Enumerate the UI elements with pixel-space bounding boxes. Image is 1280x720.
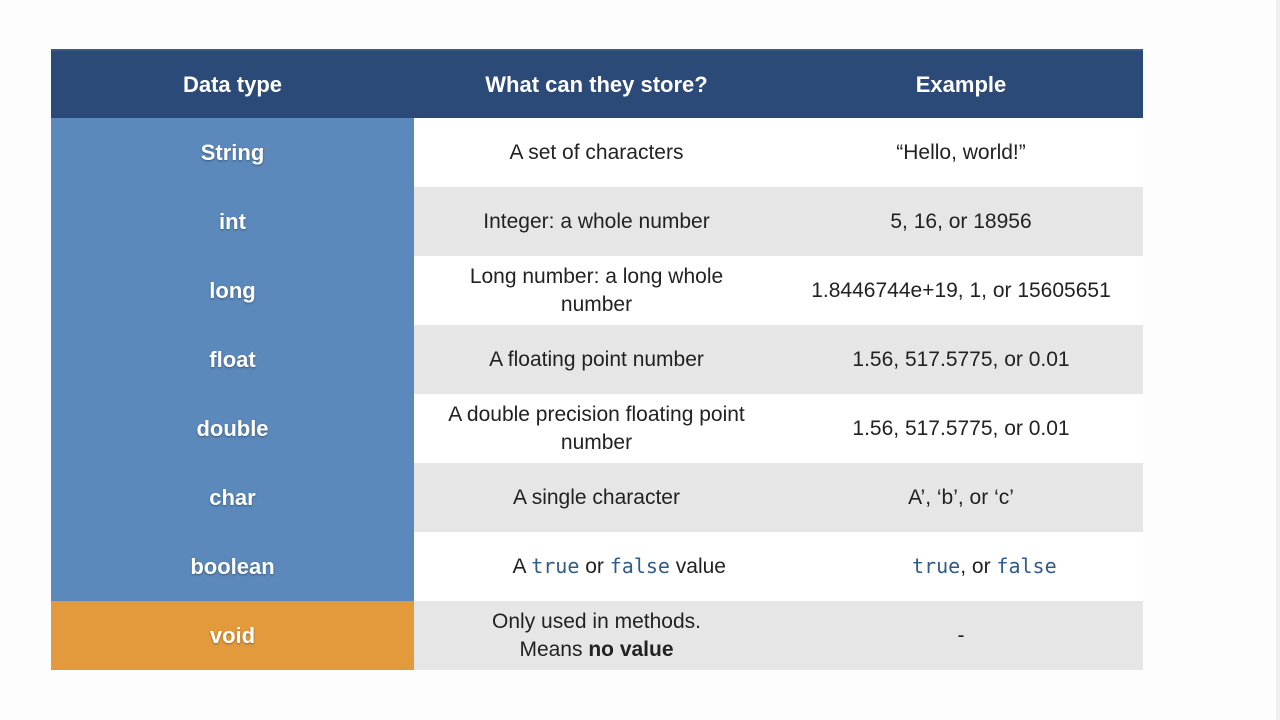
store-cell: Integer: a whole number	[414, 187, 779, 256]
store-line-2-prefix: Means	[519, 637, 589, 661]
code-false: false	[609, 554, 670, 578]
table-row-double: double A double precision floating point…	[51, 394, 1143, 463]
store-line-2: number	[560, 292, 633, 316]
code-false: false	[996, 554, 1057, 578]
store-cell: A double precision floating point number	[414, 394, 779, 463]
table-row-void: void Only used in methods. Means no valu…	[51, 601, 1143, 670]
data-types-table: Data type What can they store? Example S…	[51, 49, 1143, 670]
store-cell: A true or false value	[414, 532, 779, 601]
table-row-string: String A set of characters “Hello, world…	[51, 118, 1143, 187]
type-cell: float	[51, 325, 414, 394]
slide-edge	[1276, 0, 1280, 720]
example-cell: 1.56, 517.5775, or 0.01	[779, 394, 1143, 463]
example-cell: A’, ‘b’, or ‘c’	[779, 463, 1143, 532]
example-mid: , or	[960, 555, 997, 578]
example-cell: 5, 16, or 18956	[779, 187, 1143, 256]
store-cell: Only used in methods. Means no value	[414, 601, 779, 670]
example-cell: true, or false	[779, 532, 1143, 601]
store-mid: or	[579, 555, 610, 578]
example-cell: -	[779, 601, 1143, 670]
store-suffix: value	[669, 555, 726, 578]
header-example: Example	[915, 71, 1007, 97]
example-cell: “Hello, world!”	[779, 118, 1143, 187]
type-cell: boolean	[51, 532, 414, 601]
store-line-1: Only used in methods.	[492, 609, 701, 633]
table-row-int: int Integer: a whole number 5, 16, or 18…	[51, 187, 1143, 256]
type-cell: double	[51, 394, 414, 463]
type-cell: int	[51, 187, 414, 256]
store-cell: A single character	[414, 463, 779, 532]
example-cell: 1.8446744e+19, 1, or 15605651	[779, 256, 1143, 325]
store-line-1: Long number: a long whole	[469, 264, 724, 288]
header-data-type: Data type	[182, 71, 283, 97]
store-prefix: A	[512, 555, 532, 578]
header-what-can-they-store: What can they store?	[485, 71, 708, 97]
table-row-boolean: boolean A true or false value true, or f…	[51, 532, 1143, 601]
store-line-2-bold: no value	[588, 637, 674, 661]
type-cell: char	[51, 463, 414, 532]
type-cell: void	[51, 601, 414, 670]
type-cell: String	[51, 118, 414, 187]
table-row-float: float A floating point number 1.56, 517.…	[51, 325, 1143, 394]
store-cell: A set of characters	[414, 118, 779, 187]
store-cell: Long number: a long whole number	[414, 256, 779, 325]
table-header: Data type What can they store? Example	[51, 49, 1143, 118]
type-cell: long	[51, 256, 414, 325]
code-true: true	[912, 554, 961, 578]
store-line-1: A double precision floating point	[448, 402, 745, 426]
store-cell: A floating point number	[414, 325, 779, 394]
table-row-long: long Long number: a long whole number 1.…	[51, 256, 1143, 325]
example-cell: 1.56, 517.5775, or 0.01	[779, 325, 1143, 394]
code-true: true	[531, 554, 580, 578]
store-line-2: number	[560, 430, 633, 454]
table-row-char: char A single character A’, ‘b’, or ‘c’	[51, 463, 1143, 532]
